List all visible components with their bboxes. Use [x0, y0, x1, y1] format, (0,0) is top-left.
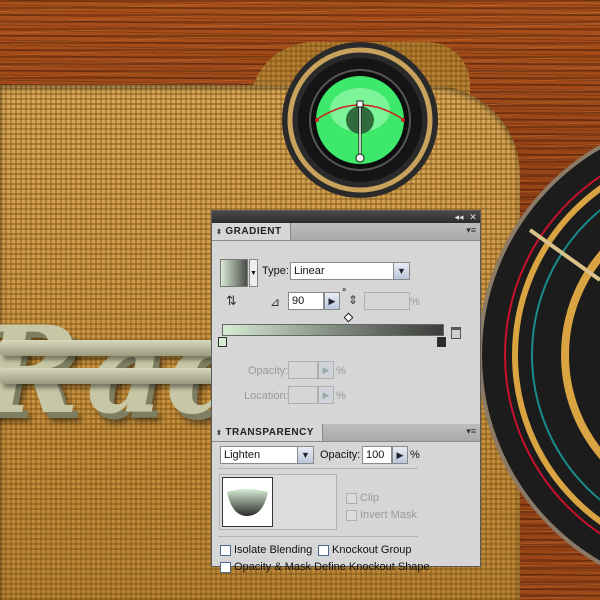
- gradient-slider[interactable]: [222, 324, 444, 336]
- gradient-midpoint[interactable]: [343, 312, 354, 323]
- gradient-type-value: Linear: [294, 265, 325, 277]
- aspect-unit: %: [410, 296, 420, 308]
- opacity-mask-knockout-checkbox[interactable]: [220, 562, 231, 573]
- clip-checkbox: [346, 493, 357, 504]
- aspect-ratio-icon: ⇕: [348, 293, 359, 307]
- aspect-ratio-input: [364, 292, 410, 310]
- panel-dock: ◂◂ ✕ ⬍ GRADIENT ▾≡ ▼ Type: Linear ▼ ⇅ ⊿ 9…: [211, 210, 481, 573]
- type-label: Type:: [262, 265, 289, 277]
- tuning-dial-graphic: [478, 144, 600, 566]
- collapse-panels-icon[interactable]: ◂◂: [452, 211, 466, 223]
- knockout-group-checkbox[interactable]: [318, 545, 329, 556]
- opacity-dropdown-button[interactable]: ▶: [392, 446, 408, 464]
- stop-location-input: [288, 386, 318, 404]
- reverse-gradient-icon[interactable]: ⇅: [226, 293, 237, 309]
- panel-menu-icon[interactable]: ▾≡: [466, 426, 476, 437]
- opacity-unit: %: [410, 449, 420, 461]
- gradient-type-select[interactable]: Linear ▼: [290, 262, 410, 280]
- separator: [218, 468, 418, 469]
- stop-location-label: Location:: [244, 390, 289, 402]
- logo-stripe-bottom: [0, 368, 215, 384]
- isolate-blending-label: Isolate Blending: [234, 544, 313, 556]
- blend-mode-select[interactable]: Lighten ▼: [220, 446, 314, 464]
- panel-menu-icon[interactable]: ▾≡: [466, 225, 476, 236]
- trash-icon[interactable]: [451, 327, 461, 339]
- opacity-label: Opacity:: [320, 449, 361, 461]
- chevron-down-icon[interactable]: ▼: [249, 259, 258, 287]
- artwork-thumbnail[interactable]: [222, 477, 273, 527]
- tab-gradient[interactable]: ⬍ GRADIENT: [212, 223, 291, 240]
- angle-icon: ⊿: [270, 295, 281, 309]
- gradient-tab-row: ⬍ GRADIENT ▾≡: [212, 223, 480, 241]
- isolate-blending-checkbox[interactable]: [220, 545, 231, 556]
- angle-input[interactable]: 90: [288, 292, 324, 310]
- gradient-panel-body: ▼ Type: Linear ▼ ⇅ ⊿ 90 ▶ ° ⇕ % Opacity:…: [212, 241, 480, 424]
- transparency-tab-row: ⬍ TRANSPARENCY ▾≡: [212, 424, 480, 442]
- thumbnail-well: [219, 474, 337, 530]
- opacity-input[interactable]: 100: [362, 446, 392, 464]
- stop-opacity-label: Opacity:: [248, 365, 289, 377]
- opacity-mask-knockout-label: Opacity & Mask Define Knockout Shape: [234, 561, 430, 573]
- invert-mask-label: Invert Mask: [360, 509, 417, 521]
- stop-location-dropdown: ▶: [318, 386, 334, 404]
- expand-arrows-icon[interactable]: ⬍: [216, 229, 222, 236]
- close-icon[interactable]: ✕: [466, 211, 480, 223]
- tab-transparency[interactable]: ⬍ TRANSPARENCY: [212, 424, 323, 441]
- thumbnail-preview-graphic: [227, 489, 268, 516]
- gradient-tab-label: GRADIENT: [225, 226, 282, 237]
- dock-title-bar[interactable]: ◂◂ ✕: [212, 211, 480, 223]
- blend-mode-value: Lighten: [224, 449, 261, 461]
- clip-label: Clip: [360, 492, 379, 504]
- gradient-stop-start[interactable]: [218, 337, 227, 347]
- transparency-panel-body: Lighten ▼ Opacity: 100 ▶ % Clip Invert M…: [212, 442, 480, 598]
- degree-symbol: °: [342, 287, 347, 299]
- stop-opacity-dropdown: ▶: [318, 361, 334, 379]
- knob-graphic: [282, 42, 438, 198]
- angle-dropdown-button[interactable]: ▶: [324, 292, 340, 310]
- stop-location-unit: %: [336, 390, 346, 402]
- chevron-down-icon[interactable]: ▼: [297, 447, 313, 463]
- gradient-swatch[interactable]: [220, 259, 248, 287]
- stop-opacity-unit: %: [336, 365, 346, 377]
- invert-mask-checkbox: [346, 510, 357, 521]
- chevron-down-icon[interactable]: ▼: [393, 263, 409, 279]
- separator: [218, 536, 418, 537]
- stop-opacity-input: [288, 361, 318, 379]
- logo-stripe-top: [0, 340, 230, 356]
- knockout-group-label: Knockout Group: [332, 544, 412, 556]
- gradient-stop-end[interactable]: [437, 337, 446, 347]
- expand-arrows-icon[interactable]: ⬍: [216, 430, 222, 437]
- transparency-tab-label: TRANSPARENCY: [225, 427, 314, 438]
